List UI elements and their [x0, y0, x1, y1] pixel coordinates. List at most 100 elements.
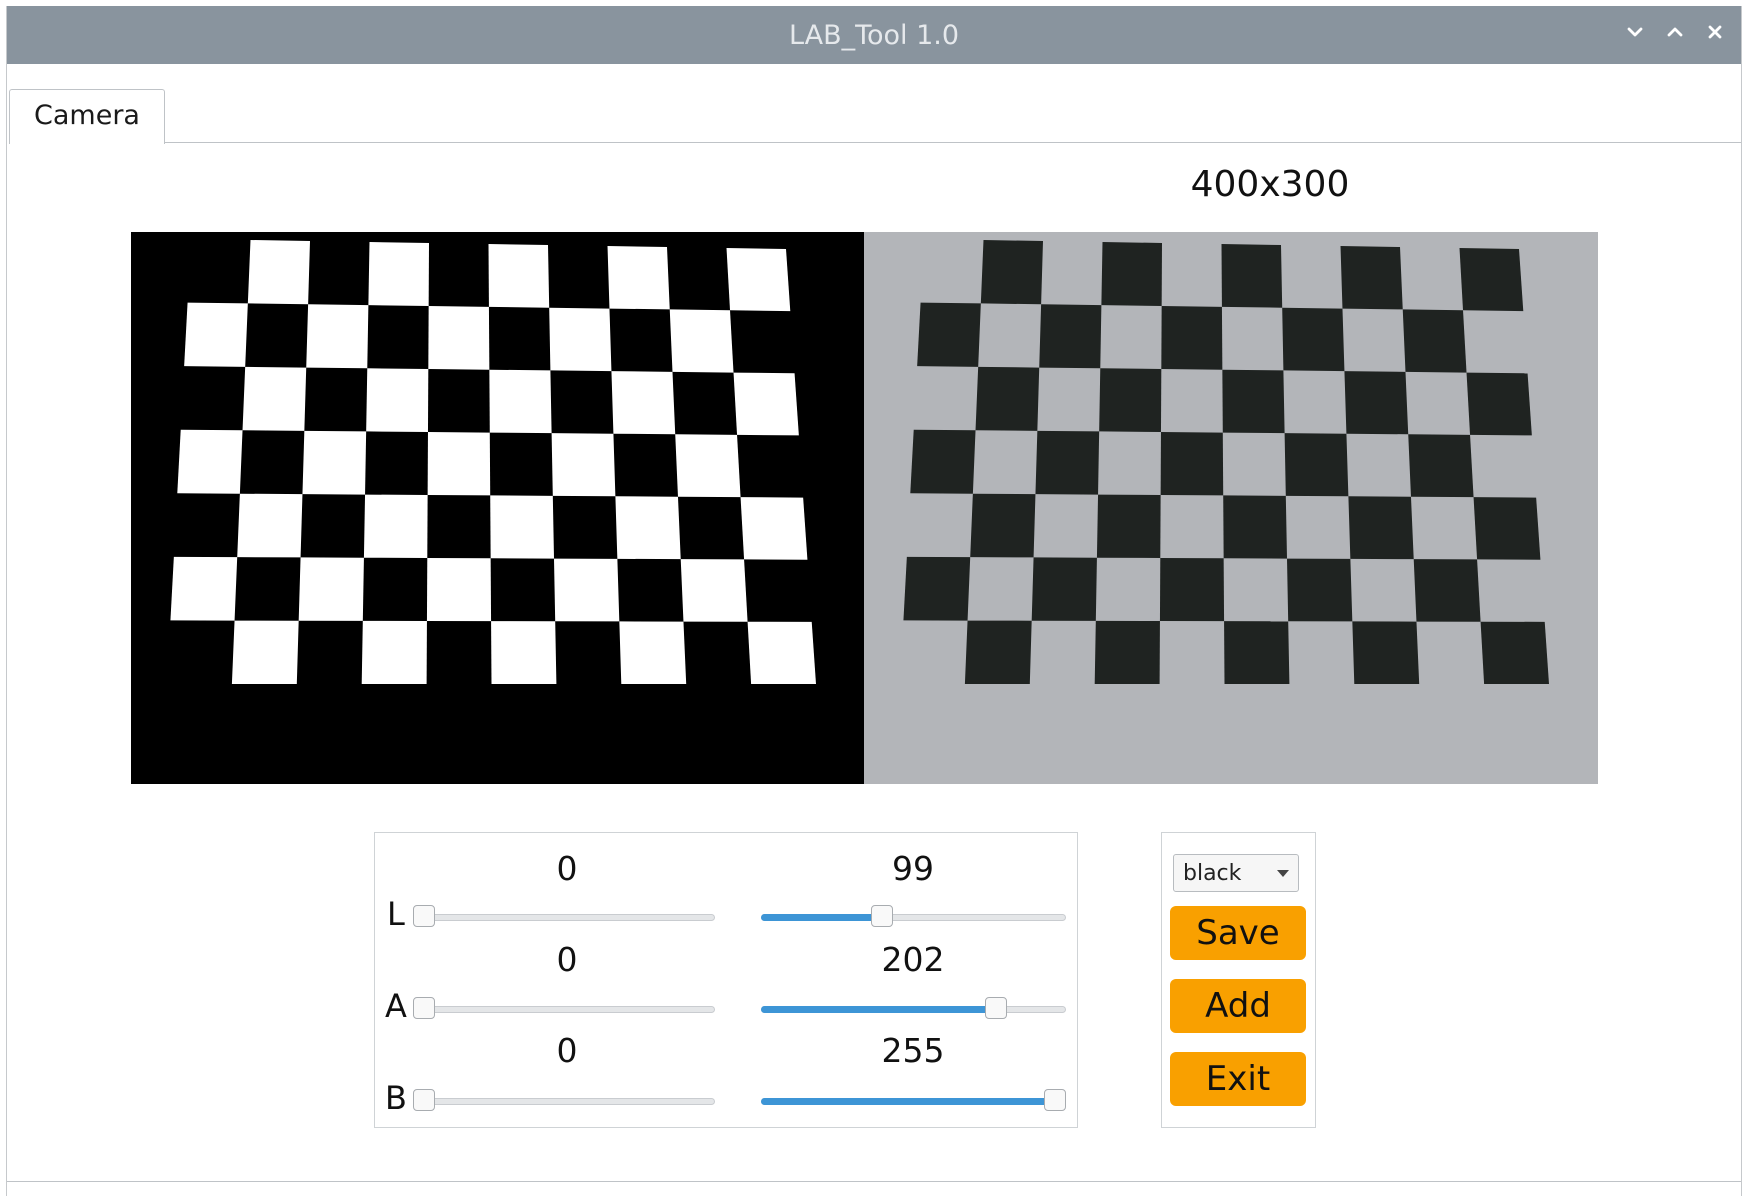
title-bar[interactable]: LAB_Tool 1.0 [7, 6, 1741, 64]
checker-square [1282, 307, 1345, 372]
checkerboard-graphic [170, 240, 1549, 684]
camera-preview [131, 232, 1598, 784]
checker-square [366, 368, 429, 432]
checker-square [964, 620, 1032, 684]
a-max-slider[interactable] [761, 997, 1066, 1021]
checker-square [1352, 621, 1420, 684]
checker-square [1035, 430, 1100, 495]
checker-square [910, 429, 976, 494]
checker-square [1096, 494, 1161, 558]
checker-square [903, 556, 971, 621]
l-min-value: 0 [556, 849, 578, 888]
checker-square [298, 557, 364, 621]
checker-square [675, 434, 741, 498]
tab-bar: Camera [7, 81, 1741, 144]
a-min-value: 0 [556, 940, 578, 979]
checker-square [1340, 246, 1403, 310]
checker-square [170, 556, 238, 621]
b-min-slider[interactable] [413, 1089, 715, 1113]
checker-square [1101, 242, 1162, 306]
a-channel-label: A [385, 987, 407, 1025]
checker-square [490, 495, 554, 559]
checker-square [1466, 372, 1532, 436]
checker-square [242, 366, 307, 431]
checker-square [554, 558, 620, 622]
checker-square [361, 620, 427, 684]
checker-square [1480, 621, 1549, 684]
b-max-slider[interactable] [761, 1089, 1066, 1113]
b-min-value: 0 [556, 1031, 578, 1070]
checker-square [1039, 304, 1102, 369]
window-controls [1619, 16, 1731, 48]
checker-square [1402, 309, 1467, 373]
checker-square [551, 433, 616, 497]
checker-square [619, 621, 687, 684]
l-max-slider[interactable] [761, 905, 1066, 929]
checker-square [1284, 433, 1349, 497]
checker-square [368, 242, 429, 306]
checker-square [1223, 495, 1287, 559]
checker-square [491, 621, 557, 684]
window-title: LAB_Tool 1.0 [788, 20, 960, 51]
checker-square [184, 302, 248, 367]
checker-square [1348, 496, 1414, 560]
checker-square [611, 371, 676, 435]
checker-square [615, 496, 681, 560]
checker-square [302, 430, 367, 495]
checker-square [247, 240, 310, 305]
checker-square [231, 620, 299, 684]
l-channel-label: L [387, 895, 405, 933]
checker-square [1094, 620, 1160, 684]
color-select-value: black [1183, 861, 1242, 886]
checker-square [980, 240, 1043, 305]
checker-square [426, 558, 492, 622]
close-icon[interactable] [1699, 16, 1731, 48]
tab-camera[interactable]: Camera [9, 89, 165, 144]
checker-square [680, 559, 748, 622]
a-max-value: 202 [881, 940, 945, 979]
checker-square [427, 432, 491, 496]
checker-square [428, 306, 490, 370]
checker-square [1099, 368, 1162, 432]
checker-square [1224, 621, 1290, 684]
a-min-slider[interactable] [413, 997, 715, 1021]
checker-square [489, 369, 552, 434]
checker-square [1459, 248, 1524, 312]
l-min-slider[interactable] [413, 905, 715, 929]
checker-square [669, 309, 734, 373]
checker-square [726, 248, 791, 312]
add-button[interactable]: Add [1170, 979, 1306, 1033]
checker-square [1222, 369, 1285, 434]
checker-square [607, 246, 670, 310]
exit-button[interactable]: Exit [1170, 1052, 1306, 1106]
checker-square [1344, 371, 1409, 435]
checker-square [1413, 559, 1481, 622]
checker-square [1031, 557, 1097, 621]
dropdown-arrow-icon [1277, 870, 1289, 877]
checker-square [917, 302, 981, 367]
action-panel: black Save Add Exit [1161, 832, 1316, 1128]
checker-square [1287, 558, 1353, 622]
b-max-value: 255 [881, 1031, 945, 1070]
checker-square [488, 244, 550, 308]
checker-square [747, 621, 816, 684]
color-select[interactable]: black [1173, 854, 1299, 892]
b-channel-label: B [385, 1079, 407, 1117]
checker-square [740, 497, 808, 560]
resolution-label: 400x300 [1190, 164, 1350, 205]
save-button[interactable]: Save [1170, 906, 1306, 960]
checker-square [1221, 244, 1283, 308]
maximize-icon[interactable] [1659, 16, 1691, 48]
lab-slider-panel: 0 99 L 0 202 A 0 255 B [374, 832, 1078, 1128]
checker-square [975, 366, 1040, 431]
l-max-value: 99 [892, 849, 934, 888]
checker-square [549, 307, 612, 372]
checker-square [1161, 306, 1223, 370]
checker-square [306, 304, 369, 369]
checker-square [1473, 497, 1541, 560]
checker-square [1159, 558, 1225, 622]
checker-square [363, 494, 428, 558]
checker-square [970, 493, 1036, 558]
minimize-icon[interactable] [1619, 16, 1651, 48]
checker-square [177, 429, 243, 494]
